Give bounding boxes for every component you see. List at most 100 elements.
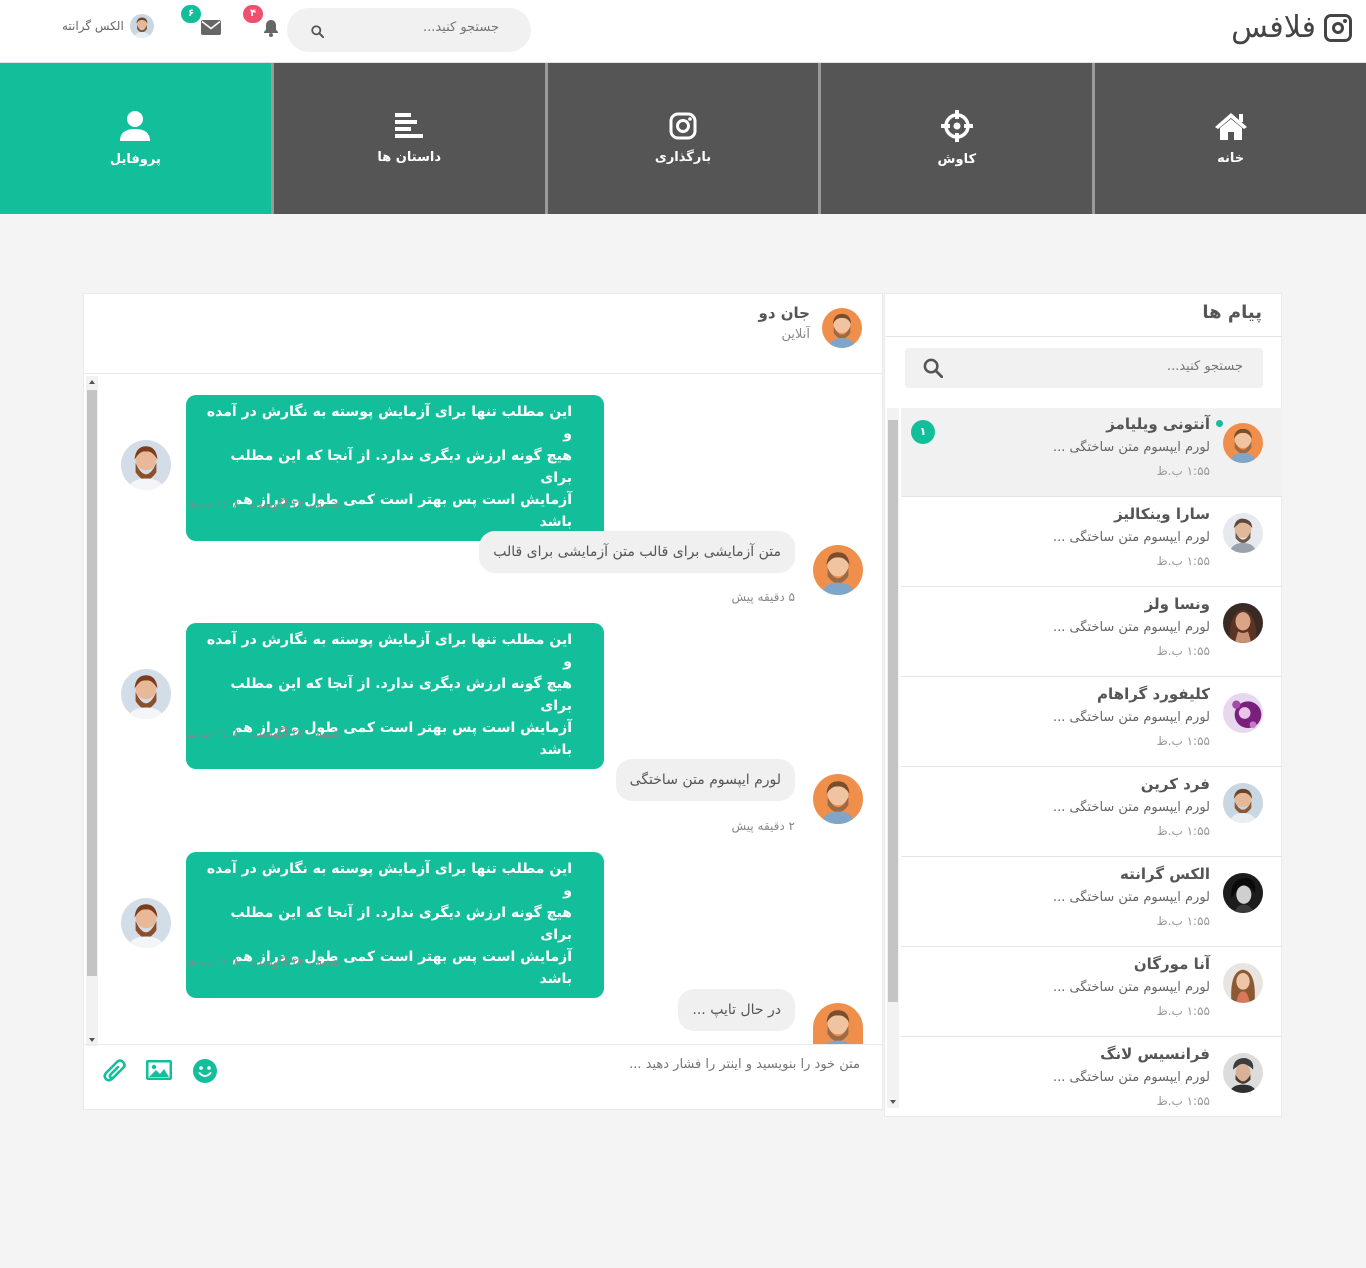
instagram-logo-icon — [1324, 13, 1352, 42]
sender-avatar — [121, 440, 171, 490]
conversation-time: ۱:۵۵ ب.ظ — [1156, 1004, 1210, 1018]
brand[interactable]: فلافس — [1231, 10, 1352, 45]
conversation-item[interactable]: آنا مورگان لورم ایپسوم متن ساختگی ... ۱:… — [901, 948, 1282, 1037]
conversation-preview: لورم ایپسوم متن ساختگی ... — [1052, 1070, 1210, 1085]
conversation-preview: لورم ایپسوم متن ساختگی ... — [1052, 440, 1210, 455]
nav-label-explore: کاوش — [937, 152, 977, 167]
conversation-item[interactable]: سارا وینکالیز لورم ایپسوم متن ساختگی ...… — [901, 498, 1282, 587]
conversation-preview: لورم ایپسوم متن ساختگی ... — [1052, 620, 1210, 635]
conversation-preview: لورم ایپسوم متن ساختگی ... — [1052, 980, 1210, 995]
contact-message-avatar — [813, 1003, 863, 1044]
nav-item-explore[interactable]: کاوش — [821, 63, 1093, 214]
messages-list-title: پیام ها — [1202, 302, 1262, 323]
contact-status: آنلاین — [781, 327, 810, 342]
home-icon — [1214, 113, 1247, 140]
contact-message-avatar — [813, 545, 863, 595]
conversation-avatar — [1223, 693, 1263, 733]
conversation-avatar — [1223, 783, 1263, 823]
conversation-item[interactable]: کلیفورد گراهام لورم ایپسوم متن ساختگی ..… — [901, 678, 1282, 767]
unread-badge: ۱ — [911, 420, 935, 444]
messages-list-panel: پیام ها آنتونی ویلیامز لورم ایپسوم متن س… — [884, 293, 1282, 1117]
conversation-item[interactable]: فرد کرین لورم ایپسوم متن ساختگی ... ۱:۵۵… — [901, 768, 1282, 857]
conversation-name: آنا مورگان — [1133, 955, 1210, 973]
message-line: هیچ گونه ارزش دیگری ندارد. از آنجا که ای… — [230, 676, 573, 714]
sent-message-bubble: این مطلب تنها برای آزمایش پوسته به نگارش… — [186, 623, 604, 769]
scroll-up-arrow-icon[interactable] — [89, 380, 95, 384]
conversation-time: ۱:۵۵ ب.ظ — [1156, 824, 1210, 838]
contact-message-avatar — [813, 774, 863, 824]
nav-label-home: خانه — [1217, 151, 1245, 166]
attachment-icon[interactable] — [102, 1058, 128, 1086]
user-icon — [120, 111, 151, 141]
emoji-icon[interactable] — [192, 1058, 218, 1084]
notifications-badge: ۴ — [243, 5, 263, 23]
conversation-preview: لورم ایپسوم متن ساختگی ... — [1052, 890, 1210, 905]
conversation-time: ۱:۵۵ ب.ظ — [1156, 554, 1210, 568]
user-name: الکس گرانته — [62, 19, 124, 33]
chat-panel: جان دو آنلاین این مطلب تنها برای آزمایش … — [83, 293, 883, 1110]
conversation-avatar — [1223, 963, 1263, 1003]
crosshair-icon — [940, 110, 973, 142]
message-line: این مطلب تنها برای آزمایش پوسته به نگارش… — [206, 404, 572, 442]
scroll-down-arrow-icon[interactable] — [890, 1100, 896, 1104]
envelope-icon — [201, 20, 221, 35]
user-avatar — [129, 14, 154, 38]
image-icon[interactable] — [146, 1060, 172, 1080]
message-line: هیچ گونه ارزش دیگری ندارد. از آنجا که ای… — [230, 448, 573, 486]
conversation-name: ونسا ولز — [1144, 595, 1210, 613]
search-icon[interactable] — [923, 358, 943, 378]
list-search-input[interactable] — [983, 359, 1243, 374]
nav-item-upload[interactable]: بارگذاری — [547, 63, 819, 214]
sent-message-bubble: این مطلب تنها برای آزمایش پوسته به نگارش… — [186, 852, 604, 998]
message-input[interactable] — [380, 1057, 860, 1072]
notifications-button[interactable]: ۴ — [243, 5, 281, 42]
instagram-icon — [669, 112, 697, 140]
brand-name: فلافس — [1231, 10, 1316, 45]
main-nav: پروفایل داستان ها بارگذاری کاوش خانه — [0, 63, 1366, 214]
conversation-avatar — [1223, 873, 1263, 913]
user-menu[interactable]: الکس گرانته — [62, 14, 154, 38]
top-bar: فلافس ۴ ۶ الکس گرانته — [0, 0, 1366, 63]
bell-icon — [264, 20, 278, 37]
conversation-avatar — [1223, 1053, 1263, 1093]
message-line: این مطلب تنها برای آزمایش پوسته به نگارش… — [206, 861, 572, 899]
nav-label-upload: بارگذاری — [654, 150, 712, 165]
message-line: آزمایش است پس بهتر است کمی طول و دراز هم… — [232, 492, 572, 530]
conversation-item[interactable]: ونسا ولز لورم ایپسوم متن ساختگی ... ۱:۵۵… — [901, 588, 1282, 677]
top-search — [287, 8, 531, 52]
chat-scroll-thumb[interactable] — [87, 390, 97, 976]
sender-avatar — [121, 669, 171, 719]
search-icon[interactable] — [311, 25, 324, 38]
nav-label-profile: پروفایل — [109, 152, 161, 167]
message-line: هیچ گونه ارزش دیگری ندارد. از آنجا که ای… — [230, 905, 573, 943]
divider — [885, 336, 1281, 337]
typing-indicator-bubble: در حال تایپ ... — [678, 989, 795, 1031]
received-message-bubble: لورم ایپسوم متن ساختگی — [615, 759, 795, 801]
sender-avatar — [121, 898, 171, 948]
conversation-preview: لورم ایپسوم متن ساختگی ... — [1052, 800, 1210, 815]
conversation-item[interactable]: آنتونی ویلیامز لورم ایپسوم متن ساختگی ..… — [901, 408, 1282, 497]
conversation-item[interactable]: فرانسیس لانگ لورم ایپسوم متن ساختگی ... … — [901, 1038, 1282, 1127]
list-scrollbar[interactable] — [887, 408, 899, 1108]
conversation-item[interactable]: الکس گرانته لورم ایپسوم متن ساختگی ... ۱… — [901, 858, 1282, 947]
conversation-preview: لورم ایپسوم متن ساختگی ... — [1052, 530, 1210, 545]
message-time: شنبه ، ۲۳ آگوست ، ۱:۰۸ ب.ظ — [186, 955, 340, 969]
top-search-input[interactable] — [339, 20, 499, 35]
contact-name: جان دو — [758, 304, 811, 322]
messages-badge: ۶ — [181, 5, 201, 23]
conversation-name: فرد کرین — [1140, 775, 1210, 793]
nav-item-stories[interactable]: داستان ها — [273, 63, 545, 214]
conversation-preview: لورم ایپسوم متن ساختگی ... — [1052, 710, 1210, 725]
chat-header: جان دو آنلاین — [84, 294, 882, 374]
conversation-avatar — [1223, 603, 1263, 643]
nav-item-home[interactable]: خانه — [1095, 63, 1366, 214]
conversation-name: کلیفورد گراهام — [1097, 685, 1210, 703]
messages-button[interactable]: ۶ — [181, 5, 221, 39]
message-line: این مطلب تنها برای آزمایش پوسته به نگارش… — [206, 632, 572, 670]
chat-scrollbar[interactable] — [86, 376, 98, 1046]
message-time: شنبه ، ۲۳ آگوست ، ۱:۰۸ ب.ظ — [186, 497, 340, 511]
nav-item-profile[interactable]: پروفایل — [0, 63, 271, 214]
list-scroll-thumb[interactable] — [888, 420, 898, 1002]
scroll-down-arrow-icon[interactable] — [89, 1038, 95, 1042]
conversation-name: فرانسیس لانگ — [1100, 1045, 1210, 1063]
